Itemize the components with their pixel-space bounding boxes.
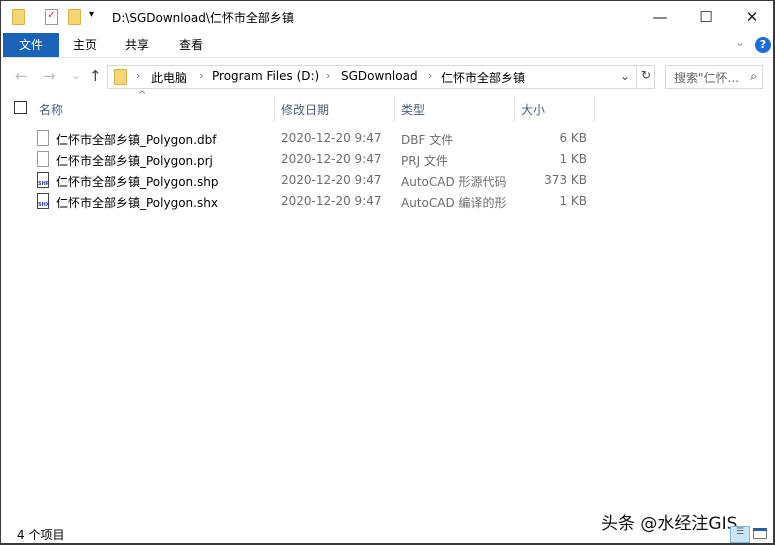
file-modified: 2020-12-20 9:47 bbox=[281, 194, 382, 208]
up-button[interactable]: ↑ bbox=[89, 67, 102, 85]
tab-home[interactable]: 主页 bbox=[65, 33, 105, 57]
new-folder-icon[interactable] bbox=[68, 9, 81, 25]
ribbon: 文件 主页 共享 查看 ⌄ ? bbox=[1, 33, 773, 58]
shp-file-icon: SHP bbox=[37, 172, 49, 188]
large-icons-view-button[interactable] bbox=[753, 528, 767, 539]
column-size[interactable]: 大小 bbox=[521, 101, 545, 118]
back-button[interactable]: ← bbox=[15, 67, 28, 85]
address-dropdown-icon[interactable]: ⌄ bbox=[620, 69, 630, 83]
file-row[interactable]: 仁怀市全部乡镇_Polygon.dbf 2020-12-20 9:47 DBF … bbox=[31, 128, 595, 149]
search-placeholder: 搜索"仁怀... bbox=[674, 71, 739, 85]
file-type: DBF 文件 bbox=[401, 133, 454, 147]
file-size: 1 KB bbox=[559, 194, 587, 208]
forward-button[interactable]: → bbox=[43, 67, 56, 85]
explorer-window: ✓ ▾ D:\SGDownload\仁怀市全部乡镇 — ☐ ✕ 文件 主页 共享… bbox=[0, 0, 775, 545]
file-name: 仁怀市全部乡镇_Polygon.prj bbox=[56, 154, 213, 168]
column-type[interactable]: 类型 bbox=[401, 101, 425, 118]
refresh-button[interactable]: ↻ bbox=[641, 68, 651, 82]
search-input[interactable]: 搜索"仁怀... ⌕ bbox=[665, 65, 763, 89]
file-modified: 2020-12-20 9:47 bbox=[281, 131, 382, 145]
minimize-button[interactable]: — bbox=[637, 1, 683, 33]
file-name: 仁怀市全部乡镇_Polygon.shx bbox=[56, 196, 218, 210]
file-icon bbox=[37, 130, 49, 146]
maximize-button[interactable]: ☐ bbox=[683, 1, 729, 33]
expand-ribbon-icon[interactable]: ⌄ bbox=[735, 35, 745, 49]
file-size: 1 KB bbox=[559, 152, 587, 166]
sort-ascending-icon: ^ bbox=[138, 90, 147, 101]
folder-icon bbox=[114, 69, 127, 85]
file-modified: 2020-12-20 9:47 bbox=[281, 173, 382, 187]
address-bar[interactable]: › 此电脑 › Program Files (D:) › SGDownload … bbox=[107, 65, 655, 89]
window-title: D:\SGDownload\仁怀市全部乡镇 bbox=[112, 11, 294, 25]
recent-locations-button[interactable]: ⌄ bbox=[71, 69, 80, 82]
file-modified: 2020-12-20 9:47 bbox=[281, 152, 382, 166]
file-type: PRJ 文件 bbox=[401, 154, 448, 168]
tab-file[interactable]: 文件 bbox=[3, 33, 59, 57]
file-size: 373 KB bbox=[544, 173, 587, 187]
file-row[interactable]: 仁怀市全部乡镇_Polygon.prj 2020-12-20 9:47 PRJ … bbox=[31, 149, 595, 170]
file-icon bbox=[37, 151, 49, 167]
navigation-bar: ← → ⌄ ↑ › 此电脑 › Program Files (D:) › SGD… bbox=[1, 65, 773, 89]
column-name[interactable]: 名称 bbox=[39, 101, 63, 118]
folder-icon bbox=[12, 9, 25, 25]
status-item-count: 4 个项目 bbox=[17, 528, 65, 542]
file-name: 仁怀市全部乡镇_Polygon.shp bbox=[56, 175, 219, 189]
select-all-checkbox[interactable] bbox=[14, 101, 27, 114]
shx-file-icon: SHX bbox=[37, 193, 50, 209]
title-bar: ✓ ▾ D:\SGDownload\仁怀市全部乡镇 — ☐ ✕ bbox=[1, 1, 773, 33]
quick-access-dropdown-icon[interactable]: ▾ bbox=[89, 9, 94, 20]
tab-share[interactable]: 共享 bbox=[117, 33, 157, 57]
details-view-button[interactable]: ☰ bbox=[730, 526, 750, 543]
breadcrumb-sgdownload[interactable]: SGDownload bbox=[341, 69, 418, 83]
column-modified[interactable]: 修改日期 bbox=[281, 101, 329, 118]
close-button[interactable]: ✕ bbox=[729, 1, 775, 33]
breadcrumb-drive[interactable]: Program Files (D:) bbox=[212, 69, 319, 83]
breadcrumb-current[interactable]: 仁怀市全部乡镇 bbox=[441, 69, 525, 86]
column-header: ^ 名称 修改日期 类型 大小 bbox=[1, 90, 773, 122]
file-type: AutoCAD 形源代码 bbox=[401, 175, 507, 189]
breadcrumb-this-pc[interactable]: 此电脑 bbox=[151, 69, 187, 86]
watermark: 头条 @水经注GIS bbox=[601, 514, 738, 534]
help-icon[interactable]: ? bbox=[755, 37, 771, 53]
file-name: 仁怀市全部乡镇_Polygon.dbf bbox=[56, 133, 217, 147]
file-type: AutoCAD 编译的形 bbox=[401, 196, 507, 210]
file-size: 6 KB bbox=[559, 131, 587, 145]
file-row[interactable]: SHP 仁怀市全部乡镇_Polygon.shp 2020-12-20 9:47 … bbox=[31, 170, 595, 191]
properties-icon[interactable]: ✓ bbox=[45, 9, 58, 25]
search-icon: ⌕ bbox=[750, 69, 757, 83]
tab-view[interactable]: 查看 bbox=[171, 33, 211, 57]
file-row[interactable]: SHX 仁怀市全部乡镇_Polygon.shx 2020-12-20 9:47 … bbox=[31, 191, 595, 212]
